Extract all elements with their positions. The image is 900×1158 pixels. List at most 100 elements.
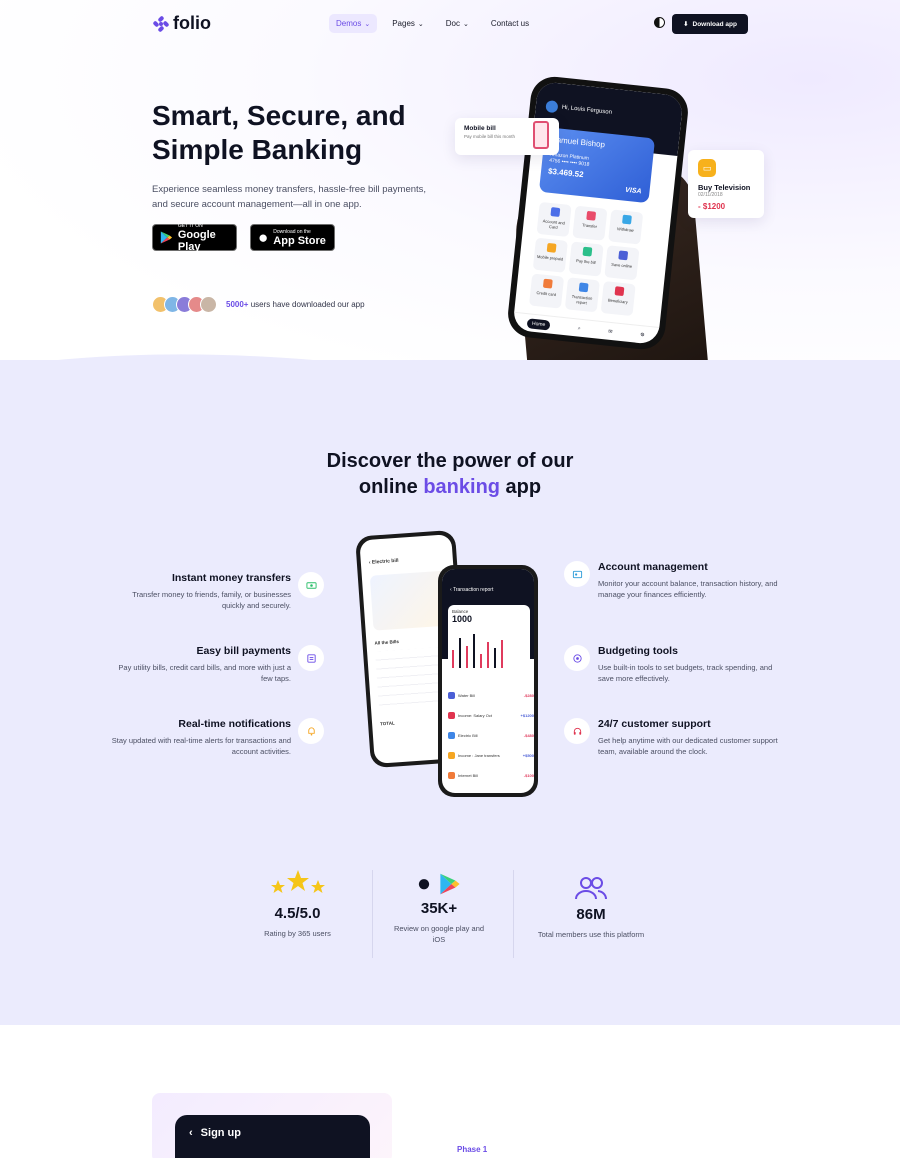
users-downloaded-text: 5000+ users have downloaded our app: [226, 300, 365, 309]
feature-instant-transfers: Instant money transfers Transfer money t…: [111, 572, 291, 611]
feature-bill-payments: Easy bill payments Pay utility bills, cr…: [111, 645, 291, 684]
features-title-line1: Discover the power of our: [326, 450, 574, 472]
spending-chart: [452, 628, 526, 668]
tv-title: Buy Television: [698, 183, 751, 192]
user-avatars: [152, 296, 217, 313]
stat-value: 4.5/5.0: [274, 905, 321, 922]
users-count: 5000+: [226, 300, 249, 309]
feature-text: Use built-in tools to set budgets, track…: [598, 663, 773, 683]
menu-demos-label: Demos: [336, 19, 362, 28]
menu-pages-label: Pages: [392, 19, 415, 28]
stars-icon: [270, 870, 325, 893]
menu-contact[interactable]: Contact us: [484, 14, 536, 33]
users-icon: [575, 877, 608, 900]
top-navbar: folio Demos ⌄ Pages ⌄ Doc ⌄ Contact us ⬇…: [0, 0, 900, 48]
avatar: [545, 100, 559, 114]
card-brand: VISA: [624, 186, 642, 196]
feature-account-management: Account management Monitor your account …: [598, 561, 778, 600]
chart-bar: [480, 654, 482, 668]
headset-icon: [564, 718, 590, 744]
card-name: Samuel Bishop: [550, 134, 606, 150]
stat-divider: [372, 870, 373, 958]
mobile-bill-card: Mobile bill Pay mobile bill this month: [455, 118, 559, 155]
avatar: [200, 296, 217, 313]
bell-icon: [298, 718, 324, 744]
theme-toggle-icon[interactable]: [654, 17, 665, 28]
logo[interactable]: folio: [153, 13, 211, 34]
chart-bar: [494, 648, 496, 668]
download-icon: ⬇: [683, 21, 689, 28]
tile-transfer: Transfer: [572, 205, 608, 241]
menu-contact-label: Contact us: [490, 19, 530, 28]
feature-title: Budgeting tools: [598, 645, 678, 657]
account-icon: [564, 561, 590, 587]
menu-doc[interactable]: Doc ⌄: [439, 14, 476, 33]
signup-preview-phone: ‹ Sign up: [175, 1115, 370, 1158]
chart-bar: [466, 646, 468, 668]
features-title-highlight: banking: [423, 476, 500, 498]
apple-icon: ●: [258, 228, 269, 247]
tile-save-online: Save online: [604, 245, 640, 281]
feature-customer-support: 24/7 customer support Get help anytime w…: [598, 718, 778, 757]
feature-text: Pay utility bills, credit card bills, an…: [118, 663, 291, 683]
chart-bar: [473, 634, 475, 668]
tile-beneficiary: Beneficiary: [600, 280, 636, 317]
tile-transaction-report: Transaction report: [564, 277, 600, 313]
chart-bar: [501, 640, 503, 668]
television-card: ▭ Buy Television 02/11/2018 - $1200: [688, 150, 764, 218]
hero-title: Smart, Secure, and Simple Banking: [152, 100, 406, 165]
tile-account-card: Account and Card: [536, 201, 572, 238]
transaction-row: Electric Bill -$480: [448, 729, 534, 741]
chevron-down-icon: ⌄: [417, 20, 424, 28]
mail-icon: ✉: [607, 328, 613, 335]
menu-pages[interactable]: Pages ⌄: [385, 14, 431, 33]
feature-text: Get help anytime with our dedicated cust…: [598, 736, 778, 756]
tv-date: 02/11/2018: [698, 192, 723, 198]
google-play-icon: [440, 873, 460, 895]
back-icon[interactable]: ‹: [189, 1127, 193, 1158]
google-play-button[interactable]: GET IT ON Google Play: [152, 223, 237, 253]
tile-pay-bill: Pay the bill: [568, 241, 604, 277]
stat-label: Rating by 365 users: [264, 929, 331, 938]
signup-title: Sign up: [200, 1127, 241, 1139]
tile-withdraw: Withdraw: [608, 209, 644, 245]
stat-members: 86M Total members use this platform: [530, 875, 652, 940]
hero-subtitle: Experience seamless money transfers, has…: [152, 184, 427, 210]
stat-label: Review on google play and iOS: [393, 924, 485, 944]
screen-title: Transaction report: [452, 587, 494, 593]
stat-divider: [513, 870, 514, 958]
feature-text: Monitor your account balance, transactio…: [598, 579, 778, 599]
chart-bar: [459, 638, 461, 668]
transaction-report-phone: ‹ Transaction report Balance 1000 Water …: [438, 565, 538, 797]
chevron-down-icon: ⌄: [364, 20, 371, 28]
menu-doc-label: Doc: [445, 19, 461, 28]
users-text-label: users have downloaded our app: [250, 300, 365, 309]
tile-credit-card: Credit card: [528, 273, 565, 309]
search-icon: ⌕: [577, 325, 581, 332]
feature-text: Transfer money to friends, family, or bu…: [132, 590, 291, 610]
features-title-mid: online: [358, 476, 424, 498]
download-app-button[interactable]: ⬇ Download app: [672, 14, 748, 34]
phone-greeting: Hi, Louis Ferguson: [561, 104, 613, 116]
settings-icon: ⚙: [639, 331, 645, 339]
feature-title: Account management: [598, 561, 708, 573]
target-icon: [564, 645, 590, 671]
tab-home: Home: [526, 317, 551, 331]
feature-budgeting-tools: Budgeting tools Use built-in tools to se…: [598, 645, 778, 684]
transaction-row: Water Bill -$280: [448, 689, 534, 701]
features-title: Discover the power of our online banking…: [250, 448, 650, 500]
hero-phone: Hi, Louis Ferguson Samuel Bishop Amazon …: [505, 74, 691, 352]
main-menu: Demos ⌄ Pages ⌄ Doc ⌄ Contact us: [329, 14, 536, 33]
download-app-label: Download app: [692, 20, 737, 28]
store-icons: ●: [388, 868, 490, 900]
feature-title: Instant money transfers: [171, 572, 291, 584]
transaction-report-screen: ‹ Transaction report Balance 1000 Water …: [442, 569, 534, 793]
menu-demos[interactable]: Demos ⌄: [329, 14, 378, 33]
chart-bar: [452, 650, 454, 668]
wave-divider: [0, 354, 900, 405]
logo-icon: [153, 15, 169, 32]
phone-service-grid: Account and Card Transfer Withdraw Mobil…: [528, 201, 644, 317]
stat-rating: 4.5/5.0 Rating by 365 users: [240, 868, 355, 939]
app-store-big-text: App Store: [273, 234, 326, 247]
app-store-button[interactable]: ● Download on the App Store: [250, 224, 335, 251]
